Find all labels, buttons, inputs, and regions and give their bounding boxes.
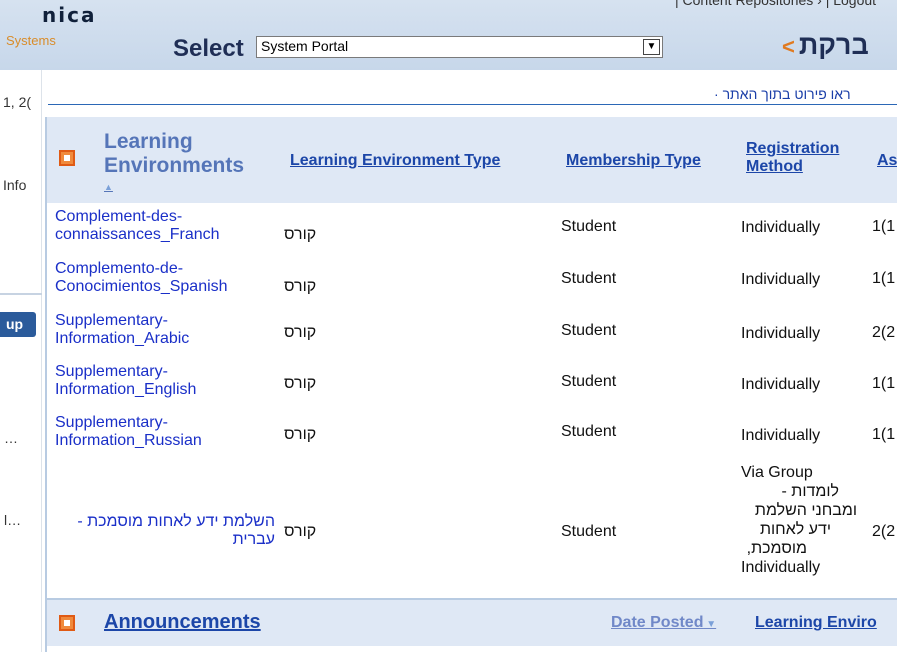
left-truncated-text: …: [4, 430, 18, 446]
learning-env-link[interactable]: Complemento-de- Conocimientos_Spanish: [55, 260, 228, 296]
table-row: Supplementary- Information_English קורס …: [47, 363, 897, 407]
sort-up-icon[interactable]: ▲: [104, 175, 284, 199]
date-posted-label: Date Posted: [611, 614, 704, 631]
learning-env-name-line: השלמת ידע לאחות מוסמכת -: [77, 513, 275, 530]
as-cell: 2(2: [872, 324, 896, 341]
registration-cell: Individually: [741, 376, 821, 393]
membership-type-header[interactable]: Membership Type: [566, 152, 701, 170]
brand-title[interactable]: < ברקת: [782, 30, 869, 61]
registration-line: ידע לאחות: [759, 521, 831, 538]
learning-environments-panel: Learning Environments ▲ Learning Environ…: [45, 117, 897, 652]
learning-env-link[interactable]: השלמת ידע לאחות מוסמכת - עברית: [49, 513, 275, 549]
registration-header-line1: Registration: [746, 140, 840, 157]
le-type-cell: קורס: [284, 375, 317, 392]
learning-env-name-line: Complement-des-: [55, 208, 183, 225]
membership-cell: Student: [561, 218, 617, 235]
table-row: Supplementary- Information_Russian קורס …: [47, 414, 897, 458]
registration-line: Individually: [741, 559, 821, 576]
registration-header-line2: Method: [746, 158, 803, 175]
as-cell: 2(2: [872, 523, 896, 540]
le-type-cell: קורס: [284, 226, 317, 243]
registration-cell: Individually: [741, 427, 821, 444]
portal-select[interactable]: System Portal ▼: [256, 36, 663, 58]
learning-env-header[interactable]: Learning Enviro: [755, 614, 877, 632]
learning-env-name-line: Information_Arabic: [55, 330, 190, 347]
table-row: Complement-des- connaissances_Franch קור…: [47, 208, 897, 252]
registration-cell: Individually: [741, 325, 821, 342]
registration-cell: Individually: [741, 271, 821, 288]
announcements-title[interactable]: Announcements: [104, 611, 261, 634]
learning-env-link[interactable]: Supplementary- Information_Russian: [55, 414, 202, 450]
learning-env-name-line: עברית: [232, 531, 275, 548]
as-cell: 1(1: [872, 375, 896, 392]
left-button[interactable]: up: [0, 312, 36, 337]
membership-cell: Student: [561, 270, 617, 287]
left-sidebar: [0, 70, 42, 652]
site-breakdown-link[interactable]: · ראו פירוט בתוך האתר: [714, 86, 851, 102]
logo-subtext: Systems: [6, 33, 56, 48]
select-label: Select: [173, 35, 244, 62]
learning-env-name-line: Complemento-de-: [55, 260, 184, 277]
registration-cell: Via Group לומדות - ומבחני השלמת ידע לאחו…: [741, 463, 867, 577]
registration-method-header[interactable]: Registration Method: [746, 140, 839, 176]
le-type-cell: קורס: [284, 426, 317, 443]
learning-env-name-line: connaissances_Franch: [55, 226, 220, 243]
table-header: Learning Environments ▲ Learning Environ…: [47, 117, 897, 203]
top-links[interactable]: | Content Repositories › | Logout: [675, 0, 876, 8]
left-truncated-text: l…: [4, 512, 22, 528]
learning-env-name-line: Information_English: [55, 381, 197, 398]
table-row: Complemento-de- Conocimientos_Spanish קו…: [47, 260, 897, 304]
as-cell: 1(1: [872, 426, 896, 443]
left-info-text: Info: [3, 177, 27, 193]
membership-cell: Student: [561, 423, 617, 440]
panel-icon[interactable]: [59, 150, 75, 166]
le-type-cell: קורס: [284, 324, 317, 341]
sort-down-icon[interactable]: ▼: [703, 619, 716, 630]
portal-select-value: System Portal: [261, 38, 349, 54]
learning-env-name-line: Supplementary-: [55, 363, 168, 380]
panel-icon[interactable]: [59, 615, 75, 631]
registration-cell: Individually: [741, 219, 821, 236]
learning-environments-header-label: Learning Environments: [104, 130, 245, 177]
divider-line: [48, 104, 897, 105]
learning-env-link[interactable]: Complement-des- connaissances_Franch: [55, 208, 220, 244]
le-type-cell: קורס: [284, 278, 317, 295]
le-type-header[interactable]: Learning Environment Type: [290, 152, 500, 170]
as-cell: 1(1: [872, 218, 896, 235]
learning-env-link[interactable]: Supplementary- Information_Arabic: [55, 312, 189, 348]
brand-title-text: ברקת: [798, 30, 869, 60]
le-type-cell: קורס: [284, 523, 317, 540]
learning-env-name-line: Supplementary-: [55, 414, 168, 431]
chevron-left-icon: <: [782, 34, 795, 59]
logo-text: nica: [42, 3, 97, 27]
learning-env-name-line: Supplementary-: [55, 312, 168, 329]
table-row: השלמת ידע לאחות מוסמכת - עברית קורס Stud…: [47, 463, 897, 595]
registration-line: מוסמכת,: [746, 540, 807, 557]
registration-line: לומדות -: [781, 483, 839, 500]
learning-env-link[interactable]: Supplementary- Information_English: [55, 363, 196, 399]
as-cell: 1(1: [872, 270, 896, 287]
learning-env-name-line: Conocimientos_Spanish: [55, 278, 228, 295]
date-posted-header[interactable]: Date Posted ▼: [611, 614, 716, 632]
announcements-header: Announcements Date Posted ▼ Learning Env…: [47, 600, 897, 646]
learning-env-name-line: Information_Russian: [55, 432, 202, 449]
membership-cell: Student: [561, 523, 617, 540]
top-header: nica Systems | Content Repositories › | …: [0, 0, 897, 70]
registration-line: ומבחני השלמת: [754, 502, 857, 519]
table-row: Supplementary- Information_Arabic קורס S…: [47, 312, 897, 356]
left-divider: [0, 293, 42, 295]
membership-cell: Student: [561, 322, 617, 339]
registration-line: Via Group: [741, 464, 813, 481]
chevron-down-icon[interactable]: ▼: [643, 39, 660, 55]
as-header[interactable]: As: [877, 152, 897, 170]
left-date-text: 1, 2(: [3, 94, 32, 110]
learning-environments-header[interactable]: Learning Environments ▲: [104, 130, 284, 199]
membership-cell: Student: [561, 373, 617, 390]
